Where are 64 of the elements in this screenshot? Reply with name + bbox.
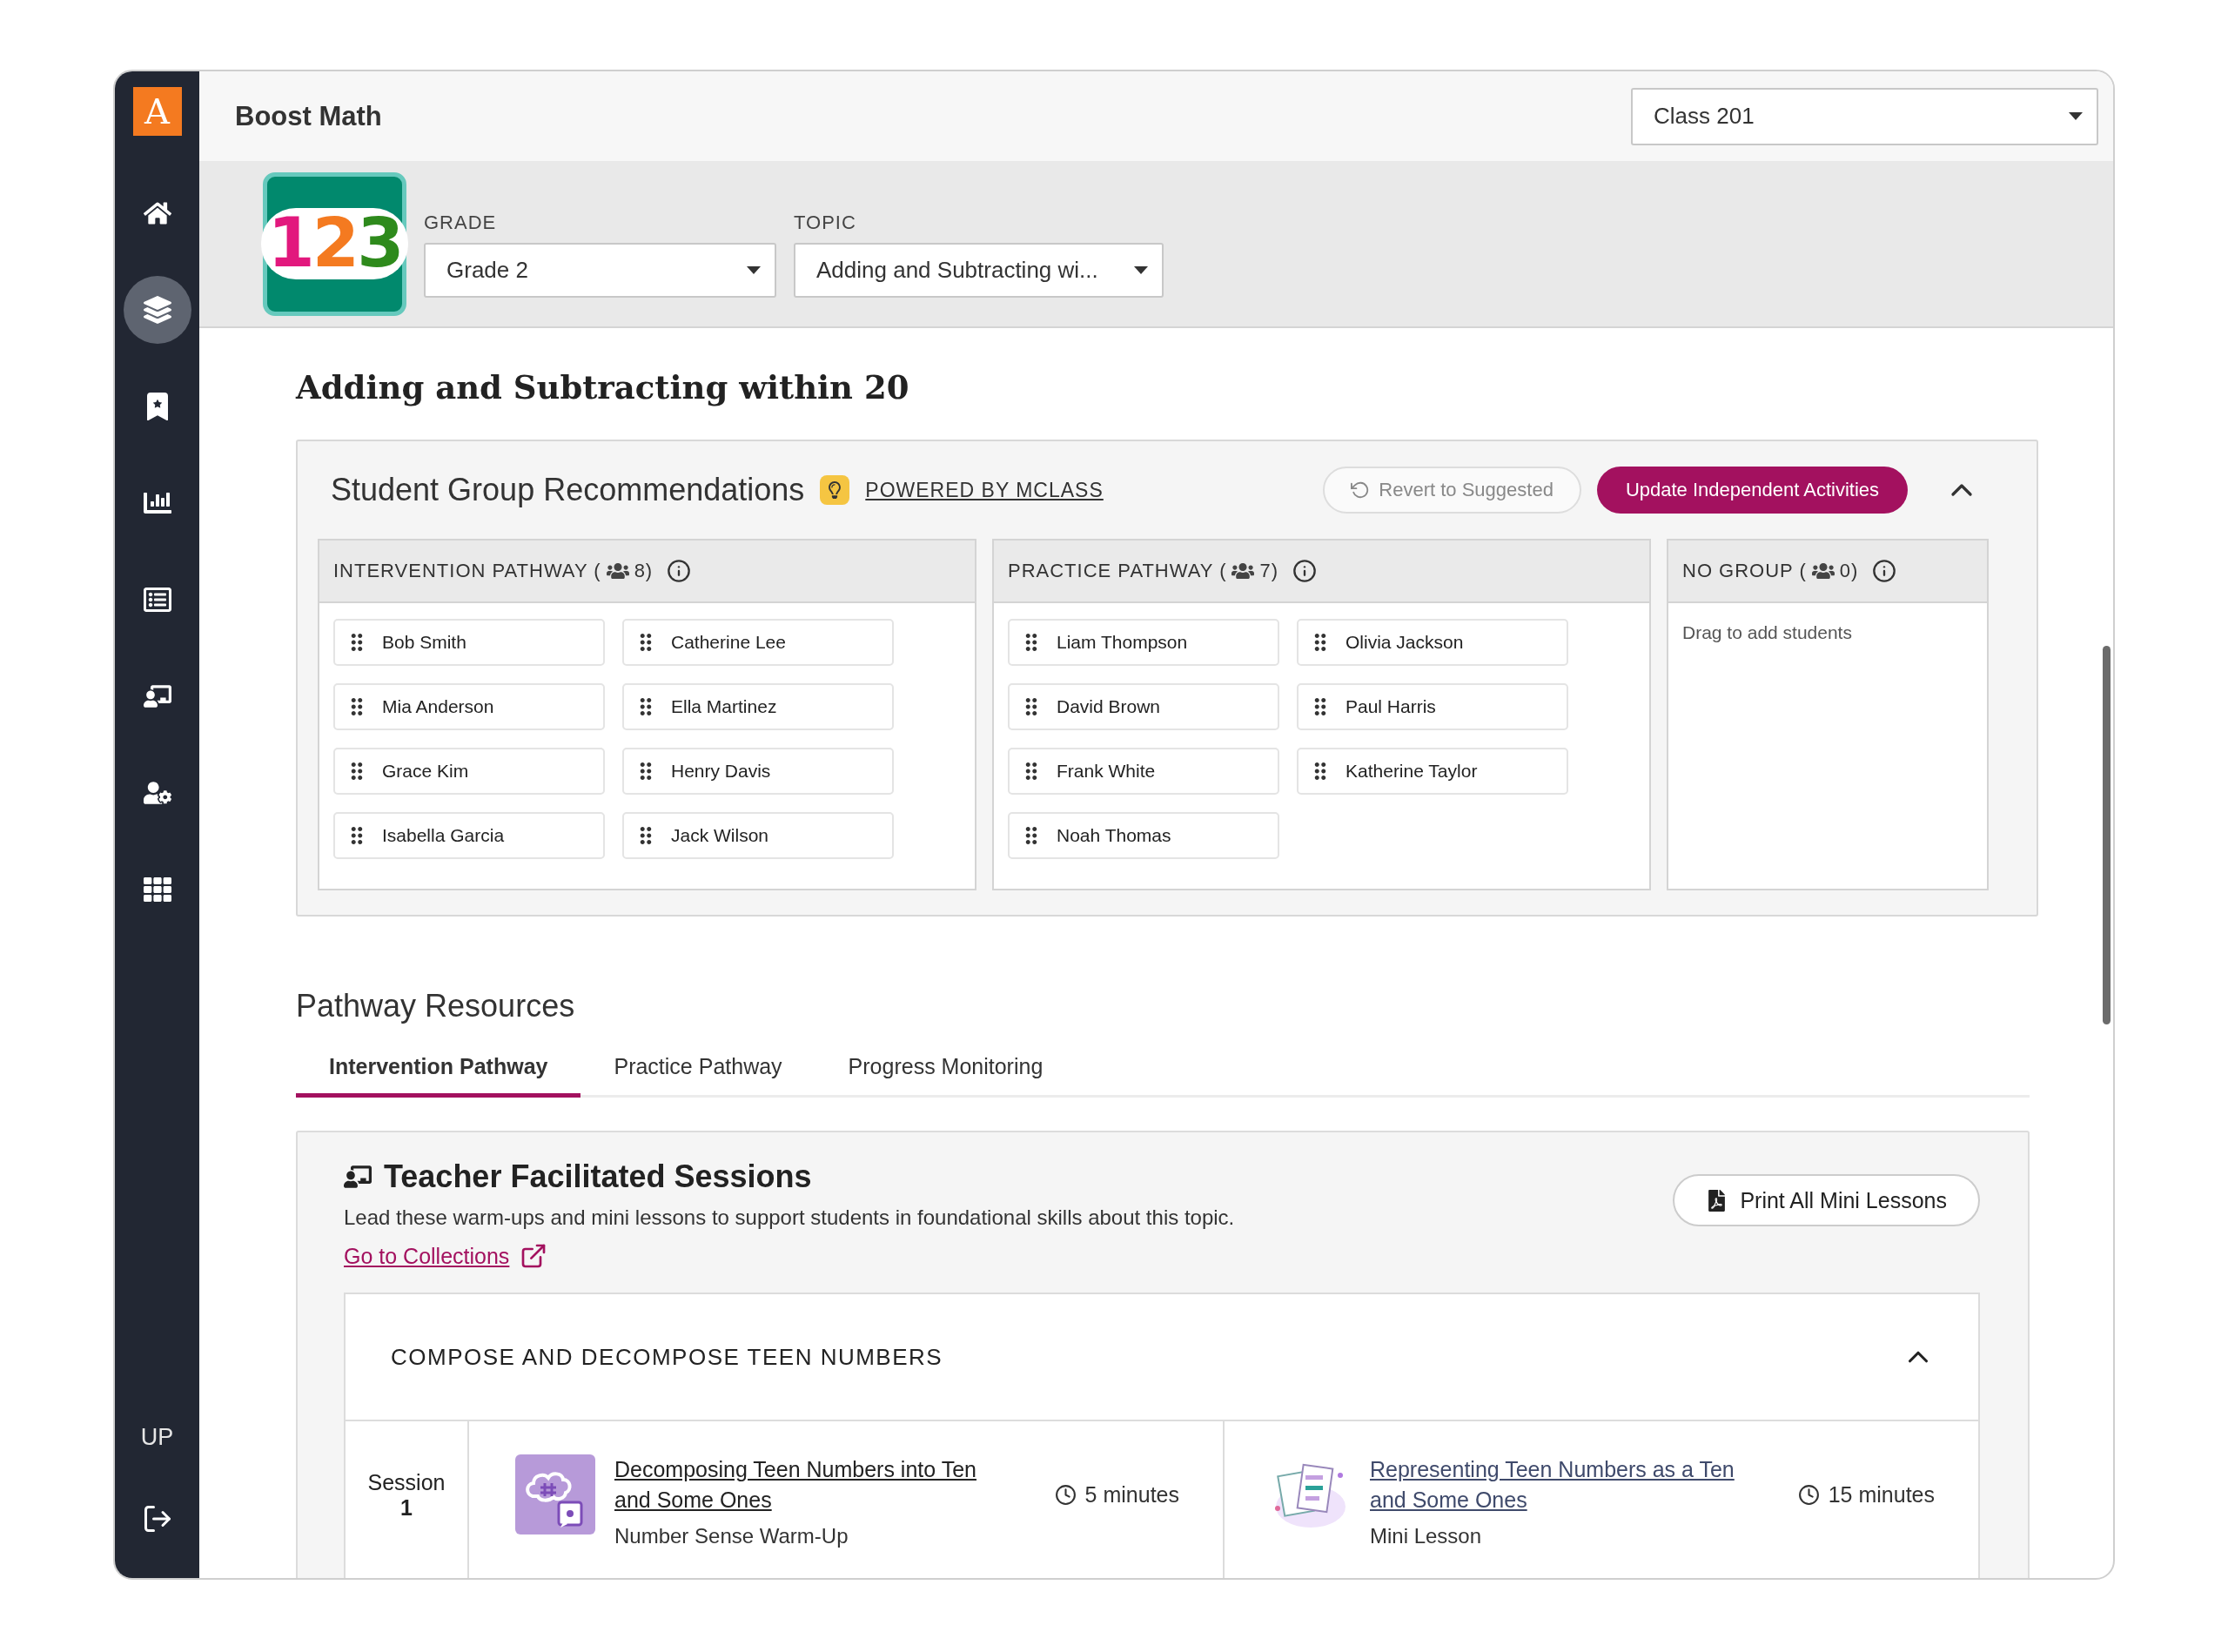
group-name: INTERVENTION PATHWAY ( bbox=[333, 560, 601, 582]
topic-select[interactable]: Adding and Subtracting wi... bbox=[794, 242, 1164, 298]
panel-title: Student Group Recommendations bbox=[331, 472, 805, 508]
session-label: Session bbox=[367, 1470, 446, 1495]
student-chip[interactable]: Olivia Jackson bbox=[1297, 619, 1568, 666]
group-count: 8) bbox=[634, 560, 654, 582]
info-icon[interactable] bbox=[667, 559, 692, 583]
empty-hint: Drag to add students bbox=[1681, 621, 1853, 644]
activity-link[interactable]: Representing Teen Numbers as a Ten and Some Ones bbox=[1370, 1454, 1735, 1515]
caret-icon bbox=[2069, 112, 2083, 120]
lightbulb-icon bbox=[820, 475, 850, 505]
scrollbar[interactable] bbox=[2103, 646, 2111, 1024]
card-title: Teacher Facilitated Sessions bbox=[384, 1158, 812, 1195]
field-label: GRADE bbox=[424, 211, 498, 234]
student-chip[interactable]: Grace Kim bbox=[333, 748, 605, 795]
activity-type: Mini Lesson bbox=[1370, 1524, 1483, 1548]
user-initials[interactable]: UP bbox=[140, 1424, 174, 1451]
student-chip[interactable]: Frank White bbox=[1008, 748, 1279, 795]
powered-by-link[interactable]: POWERED BY MCLASS bbox=[865, 478, 1104, 502]
caret-icon bbox=[747, 265, 761, 274]
student-chip[interactable]: Catherine Lee bbox=[622, 619, 894, 666]
group-count: 7) bbox=[1259, 560, 1279, 582]
duration: 15 minutes bbox=[1797, 1482, 1935, 1508]
student-chip[interactable]: Noah Thomas bbox=[1008, 812, 1279, 859]
student-chip[interactable]: Mia Anderson bbox=[333, 683, 605, 730]
math-logo: 123 bbox=[263, 171, 406, 316]
activity-link[interactable]: Decomposing Teen Numbers into Ten and Some Ones bbox=[614, 1454, 980, 1515]
tab[interactable]: Progress Monitoring bbox=[815, 1054, 1077, 1098]
student-chip[interactable]: Katherine Taylor bbox=[1297, 748, 1568, 795]
section-heading: COMPOSE AND DECOMPOSE TEEN NUMBERS bbox=[391, 1343, 943, 1371]
app-title: Boost Math bbox=[235, 100, 382, 132]
session-number: 1 bbox=[400, 1495, 413, 1521]
student-chip[interactable]: Bob Smith bbox=[333, 619, 605, 666]
student-chip[interactable]: David Brown bbox=[1008, 683, 1279, 730]
tab[interactable]: Intervention Pathway bbox=[296, 1054, 581, 1098]
grade-select[interactable]: Grade 2 bbox=[424, 242, 776, 298]
card-description: Lead these warm-ups and mini lessons to support students in foundational skills about this topic. bbox=[344, 1205, 1235, 1230]
tab[interactable]: Practice Pathway bbox=[580, 1054, 815, 1098]
group-name: NO GROUP ( bbox=[1682, 560, 1807, 582]
section-title: Pathway Resources bbox=[296, 988, 576, 1024]
thought-bubble-icon bbox=[515, 1454, 595, 1534]
student-chip[interactable]: Liam Thompson bbox=[1008, 619, 1279, 666]
collections-link[interactable]: Go to Collections bbox=[344, 1242, 548, 1270]
presentation-icon bbox=[344, 1163, 372, 1191]
student-chip[interactable]: Ella Martinez bbox=[622, 683, 894, 730]
caret-icon bbox=[1134, 265, 1148, 274]
page-title: Adding and Subtracting within 20 bbox=[296, 368, 910, 406]
student-chip[interactable]: Jack Wilson bbox=[622, 812, 894, 859]
info-icon[interactable] bbox=[1292, 559, 1318, 583]
class-select[interactable]: Class 201 bbox=[1631, 87, 2098, 145]
field-label: TOPIC bbox=[794, 211, 857, 234]
clock-icon bbox=[1797, 1484, 1820, 1506]
duration: 5 minutes bbox=[1054, 1482, 1179, 1508]
student-chip[interactable]: Henry Davis bbox=[622, 748, 894, 795]
undo-icon bbox=[1351, 480, 1371, 500]
activity-type: Number Sense Warm-Up bbox=[614, 1524, 849, 1548]
student-chip[interactable]: Isabella Garcia bbox=[333, 812, 605, 859]
clock-icon bbox=[1054, 1484, 1077, 1506]
group-name: PRACTICE PATHWAY ( bbox=[1008, 560, 1227, 582]
student-chip[interactable]: Paul Harris bbox=[1297, 683, 1568, 730]
print-button[interactable]: Print All Mini Lessons bbox=[1673, 1174, 1980, 1226]
info-icon[interactable] bbox=[1872, 559, 1897, 583]
group-count: 0) bbox=[1839, 560, 1859, 582]
update-button[interactable]: Update Independent Activities bbox=[1596, 467, 1908, 514]
